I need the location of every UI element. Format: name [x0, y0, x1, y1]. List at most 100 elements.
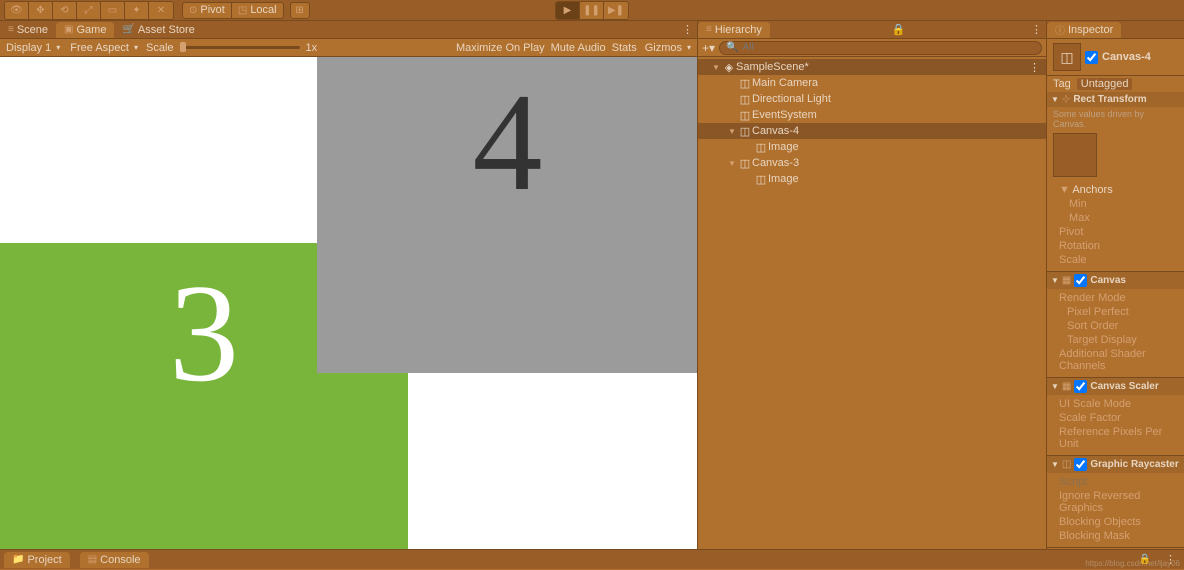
watermark: https://blog.csdn.net/ljay06 — [1085, 559, 1180, 568]
anchors-foldout[interactable]: ▼ Anchors — [1059, 183, 1178, 197]
pivot-toggle[interactable]: ⊙Pivot — [182, 2, 232, 19]
tag-dropdown[interactable]: Untagged — [1077, 78, 1133, 90]
transform-tool[interactable]: ✦ — [125, 2, 149, 19]
scale-slider[interactable] — [180, 46, 300, 49]
pause-button[interactable]: ❚❚ — [580, 2, 604, 19]
tab-asset-store[interactable]: 🛒Asset Store — [114, 22, 202, 38]
hand-tool[interactable]: 👁 — [5, 2, 29, 19]
local-toggle[interactable]: ◳Local — [232, 2, 284, 19]
panel-menu[interactable]: ⋮ — [678, 23, 697, 36]
tab-project[interactable]: 📁Project — [4, 552, 70, 568]
store-icon: 🛒 — [122, 24, 134, 35]
main-toolbar: 👁 ✥ ⟲ ⤢ ▭ ✦ ✕ ⊙Pivot ◳Local ⊞ ▶ ❚❚ ▶❚ — [0, 0, 1184, 21]
canvas-icon: ▦ — [1062, 275, 1071, 286]
tree-row[interactable]: ◫EventSystem — [698, 107, 1046, 123]
panel-lock[interactable]: 🔒 — [888, 23, 910, 36]
scaler-icon: ▦ — [1062, 381, 1071, 392]
object-name: Canvas-4 — [1102, 51, 1151, 63]
gameobject-icon: ◫ — [754, 173, 768, 186]
mute-toggle[interactable]: Mute Audio — [551, 42, 606, 54]
component-header[interactable]: ▼▦Canvas Scaler — [1047, 378, 1184, 395]
scale-label: Scale — [146, 42, 174, 54]
game-icon: ▣ — [64, 24, 73, 35]
snap-button[interactable]: ⊞ — [290, 2, 310, 19]
create-button[interactable]: +▾ — [702, 41, 715, 55]
grid-icon: ⊞ — [295, 5, 303, 16]
maximize-toggle[interactable]: Maximize On Play — [456, 42, 545, 54]
component-header[interactable]: ▼⊹Rect Transform — [1047, 92, 1184, 107]
bottom-panel: 📁Project ▤Console 🔒 ⋮ — [0, 549, 1184, 569]
unity-icon: ◈ — [722, 61, 736, 74]
transform-icon: ✦ — [132, 5, 140, 16]
game-view: 3 4 — [0, 57, 697, 549]
tree-row[interactable]: ◫Directional Light — [698, 91, 1046, 107]
game-panel-tabs: ≡Scene ▣Game 🛒Asset Store ⋮ — [0, 21, 697, 39]
pivot-group: ⊙Pivot ◳Local — [182, 2, 284, 19]
search-icon: 🔍 — [726, 42, 738, 53]
expand-arrow[interactable]: ▼ — [728, 159, 738, 168]
hierarchy-tree: ▼ ◈ SampleScene* ⋮ ◫Main Camera ◫Directi… — [698, 57, 1046, 549]
tab-scene[interactable]: ≡Scene — [0, 22, 56, 38]
canvas-scaler-component: ▼▦Canvas Scaler UI Scale Mode Scale Fact… — [1047, 378, 1184, 456]
transform-tools: 👁 ✥ ⟲ ⤢ ▭ ✦ ✕ — [4, 1, 174, 20]
object-icon: ◫ — [1053, 43, 1081, 71]
hierarchy-search[interactable]: 🔍 — [719, 41, 1042, 55]
canvas-component: ▼▦Canvas Render Mode Pixel Perfect Sort … — [1047, 272, 1184, 378]
inspector-tabs: ⓘInspector — [1047, 21, 1184, 39]
gameobject-icon: ◫ — [738, 157, 752, 170]
expand-arrow[interactable]: ▼ — [728, 127, 738, 136]
tab-hierarchy[interactable]: ≡Hierarchy — [698, 22, 770, 38]
anchor-preset[interactable] — [1053, 133, 1097, 177]
display-dropdown[interactable]: Display 1 — [4, 42, 62, 54]
gameobject-icon: ◫ — [738, 125, 752, 138]
tab-console[interactable]: ▤Console — [80, 552, 149, 568]
active-checkbox[interactable] — [1085, 51, 1098, 64]
play-icon: ▶ — [564, 5, 572, 16]
gameobject-icon: ◫ — [738, 109, 752, 122]
enable-checkbox[interactable] — [1074, 274, 1087, 287]
scale-tool[interactable]: ⤢ — [77, 2, 101, 19]
local-icon: ◳ — [238, 5, 247, 16]
aspect-dropdown[interactable]: Free Aspect — [68, 42, 140, 54]
rect-icon: ⊹ — [1062, 94, 1070, 105]
hierarchy-icon: ≡ — [706, 24, 712, 35]
folder-icon: 📁 — [12, 554, 24, 565]
graphic-raycaster-component: ▼◫Graphic Raycaster Script Ignore Revers… — [1047, 456, 1184, 548]
enable-checkbox[interactable] — [1074, 458, 1087, 471]
move-icon: ✥ — [36, 5, 44, 16]
rotate-tool[interactable]: ⟲ — [53, 2, 77, 19]
search-input[interactable] — [742, 42, 1035, 53]
scene-menu[interactable]: ⋮ — [1029, 61, 1040, 74]
rect-icon: ▭ — [108, 5, 117, 16]
tree-row-canvas3[interactable]: ▼◫Canvas-3 — [698, 155, 1046, 171]
scene-row[interactable]: ▼ ◈ SampleScene* ⋮ — [698, 59, 1046, 75]
tab-game[interactable]: ▣Game — [56, 22, 114, 38]
tree-row[interactable]: ◫Main Camera — [698, 75, 1046, 91]
panel-menu[interactable]: ⋮ — [1027, 23, 1046, 36]
component-header[interactable]: ▼▦Canvas — [1047, 272, 1184, 289]
step-button[interactable]: ▶❚ — [604, 2, 628, 19]
slider-thumb[interactable] — [180, 42, 186, 52]
hierarchy-toolbar: +▾ 🔍 — [698, 39, 1046, 57]
inspector-panel: ⓘInspector ◫ Canvas-4 Tag Untagged ▼⊹Rec… — [1047, 21, 1184, 549]
tools-icon: ✕ — [157, 5, 165, 16]
tree-row[interactable]: ◫Image — [698, 139, 1046, 155]
console-icon: ▤ — [88, 554, 97, 565]
custom-tool[interactable]: ✕ — [149, 2, 173, 19]
move-tool[interactable]: ✥ — [29, 2, 53, 19]
tree-row[interactable]: ◫Image — [698, 171, 1046, 187]
gizmos-dropdown[interactable]: Gizmos — [643, 42, 693, 54]
play-button[interactable]: ▶ — [556, 2, 580, 19]
raycaster-icon: ◫ — [1062, 459, 1071, 470]
play-controls: ▶ ❚❚ ▶❚ — [555, 1, 629, 20]
gameobject-icon: ◫ — [738, 93, 752, 106]
stats-toggle[interactable]: Stats — [612, 42, 637, 54]
rect-tool[interactable]: ▭ — [101, 2, 125, 19]
component-header[interactable]: ▼◫Graphic Raycaster — [1047, 456, 1184, 473]
tree-row-canvas4[interactable]: ▼◫Canvas-4 — [698, 123, 1046, 139]
tab-inspector[interactable]: ⓘInspector — [1047, 22, 1121, 38]
expand-arrow[interactable]: ▼ — [712, 63, 722, 72]
pivot-icon: ⊙ — [189, 5, 197, 16]
gameobject-icon: ◫ — [738, 77, 752, 90]
enable-checkbox[interactable] — [1074, 380, 1087, 393]
